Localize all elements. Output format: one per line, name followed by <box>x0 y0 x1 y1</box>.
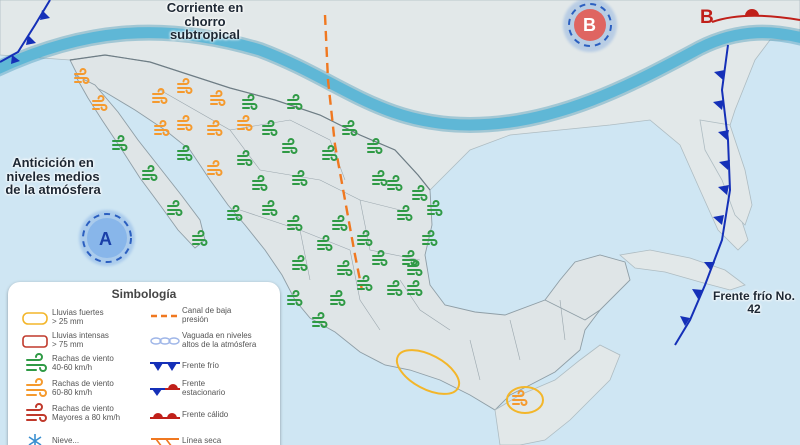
legend-label: Línea seca <box>182 435 222 445</box>
legend-item-cold-front: Frente frío <box>148 355 219 377</box>
legend-label: Nieve... <box>52 435 80 445</box>
legend-item-wind-40-60: Rachas de viento 40-60 km/h <box>18 353 114 375</box>
legend-item-stationary-front: Frente estacionario <box>148 378 225 400</box>
legend-label: Frente frío <box>182 360 219 370</box>
legend-title: Simbología <box>111 287 177 301</box>
dry-line-icon <box>151 438 179 445</box>
legend-item-snow: Nieve... <box>18 430 79 445</box>
legend-item-dry-line: Línea seca <box>148 430 221 445</box>
legend-item-wind-80: Rachas de viento Mayores a 80 km/h <box>18 403 120 425</box>
jet-stream-label: Corriente en chorro subtropical <box>166 0 244 43</box>
legend-item-upper-trough: Vaguada en niveles altos de la atmósfera <box>148 330 256 352</box>
red-wind-icon <box>26 403 47 422</box>
legend-label: Canal de baja presión <box>182 306 232 324</box>
legend-label: Frente cálido <box>182 409 229 419</box>
weather-map: Corriente en chorro subtropical Anticici… <box>0 0 800 445</box>
green-wind-icon <box>26 353 47 372</box>
stationary-front-icon <box>150 384 180 396</box>
legend-label: Lluvias fuertes > 25 mm <box>52 308 104 326</box>
legend-item-heavy-rain: Lluvias fuertes > 25 mm <box>18 307 104 329</box>
legend-label: Frente estacionario <box>182 379 226 397</box>
legend-item-wind-60-80: Rachas de viento 60-80 km/h <box>18 378 114 400</box>
red-oval-icon <box>22 335 48 348</box>
yellow-oval-icon <box>22 312 48 325</box>
low-pressure-east-letter: B <box>700 7 714 28</box>
snowflake-icon <box>28 434 42 445</box>
legend-item-intense-rain: Lluvias intensas > 75 mm <box>18 330 109 352</box>
legend-label: Vaguada en niveles altos de la atmósfera <box>182 331 257 349</box>
high-pressure-letter: A <box>99 229 112 249</box>
warm-front-icon <box>150 413 180 419</box>
blue-chain-line-icon <box>150 337 180 345</box>
orange-wind-icon <box>26 378 47 397</box>
low-pressure-letter: B <box>583 15 596 35</box>
legend-label: Rachas de viento 60-80 km/h <box>52 379 114 397</box>
anticyclone-label: Anticición en niveles medios de la atmós… <box>5 155 101 198</box>
legend-panel: Simbología Lluvias fuertes > 25 mm Lluvi… <box>8 282 280 445</box>
cold-front-label: Frente frío No. 42 <box>712 289 795 316</box>
legend-label: Rachas de viento 40-60 km/h <box>52 354 114 372</box>
legend-item-trough: Canal de baja presión <box>148 305 231 327</box>
orange-dashed-line-icon <box>151 314 179 318</box>
legend-item-warm-front: Frente cálido <box>148 404 228 426</box>
cold-front-icon <box>150 362 180 371</box>
legend-label: Lluvias intensas > 75 mm <box>52 331 109 349</box>
legend-label: Rachas de viento Mayores a 80 km/h <box>52 404 121 422</box>
